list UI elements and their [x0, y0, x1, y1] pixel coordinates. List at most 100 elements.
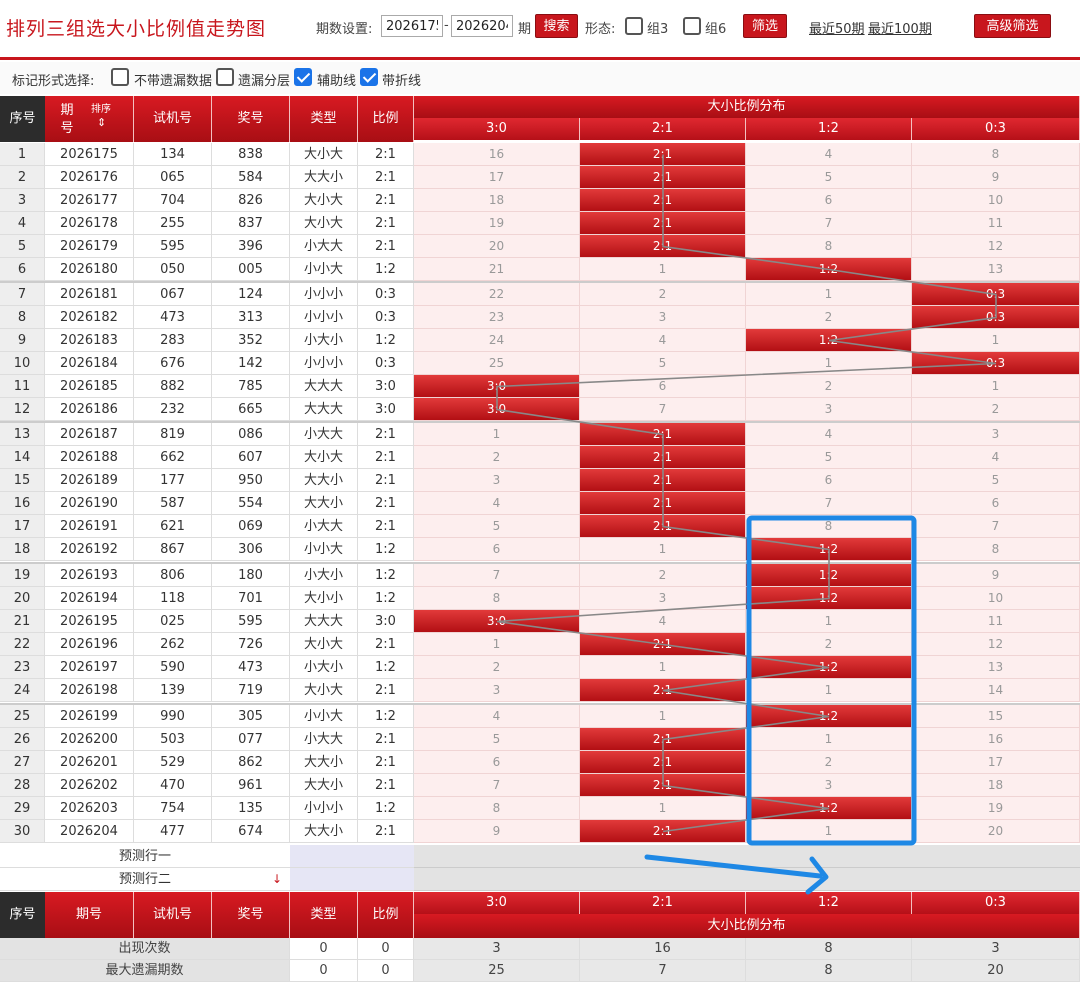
- row-seq: 14: [0, 446, 45, 469]
- row-prize: 306: [212, 538, 290, 561]
- omission-cell: 25: [414, 352, 580, 375]
- hit-cell: 1:2: [746, 564, 912, 587]
- row-test: 067: [134, 283, 212, 306]
- row-ratio: 2:1: [358, 774, 414, 797]
- prediction-input-cell[interactable]: [290, 868, 414, 891]
- row-test: 118: [134, 587, 212, 610]
- row-type: 小小小: [290, 797, 358, 820]
- row-test: 139: [134, 679, 212, 702]
- omission-cell: 18: [912, 774, 1080, 797]
- row-ratio: 1:2: [358, 587, 414, 610]
- omission-cell: 1: [580, 797, 746, 820]
- row-type: 小小大: [290, 538, 358, 561]
- row-period: 2026187: [45, 423, 134, 446]
- hit-cell: 1:2: [746, 797, 912, 820]
- hit-cell: 2:1: [580, 728, 746, 751]
- stat-type: 0: [290, 960, 358, 982]
- row-prize: 595: [212, 610, 290, 633]
- row-type: 大大大: [290, 610, 358, 633]
- row-prize: 950: [212, 469, 290, 492]
- row-ratio: 2:1: [358, 492, 414, 515]
- omission-cell: 3: [580, 306, 746, 329]
- sort-arrows-icon[interactable]: ⇕: [97, 116, 106, 129]
- row-seq: 10: [0, 352, 45, 375]
- row-ratio: 1:2: [358, 564, 414, 587]
- omission-cell: 16: [912, 728, 1080, 751]
- row-type: 小大大: [290, 728, 358, 751]
- omission-cell: 1: [746, 820, 912, 843]
- row-prize: 069: [212, 515, 290, 538]
- sort-button[interactable]: 排序: [91, 104, 111, 116]
- row-seq: 13: [0, 423, 45, 446]
- row-test: 503: [134, 728, 212, 751]
- omission-cell: 20: [912, 820, 1080, 843]
- row-seq: 7: [0, 283, 45, 306]
- omission-cell: 9: [912, 564, 1080, 587]
- row-period: 2026189: [45, 469, 134, 492]
- omission-cell: 7: [580, 398, 746, 421]
- omission-cell: 6: [414, 538, 580, 561]
- row-ratio: 2:1: [358, 515, 414, 538]
- dist-col-2: 1:2: [746, 118, 912, 140]
- row-period: 2026193: [45, 564, 134, 587]
- row-test: 754: [134, 797, 212, 820]
- row-ratio: 1:2: [358, 705, 414, 728]
- row-type: 大大小: [290, 774, 358, 797]
- row-prize: 701: [212, 587, 290, 610]
- omission-cell: 3: [912, 423, 1080, 446]
- omission-cell: 7: [414, 564, 580, 587]
- prediction-dist-cell[interactable]: [414, 868, 1080, 891]
- hit-cell: 2:1: [580, 235, 746, 258]
- omission-cell: 8: [912, 143, 1080, 166]
- footer-header-seq: 序号: [0, 892, 45, 938]
- omission-cell: 5: [912, 469, 1080, 492]
- row-period: 2026183: [45, 329, 134, 352]
- col-header-test: 试机号: [134, 96, 212, 142]
- row-test: 255: [134, 212, 212, 235]
- omission-cell: 8: [746, 235, 912, 258]
- row-test: 470: [134, 774, 212, 797]
- row-prize: 607: [212, 446, 290, 469]
- footer-header-dist: 大小比例分布: [414, 914, 1080, 938]
- row-period: 2026186: [45, 398, 134, 421]
- row-test: 595: [134, 235, 212, 258]
- prediction-input-cell[interactable]: [290, 845, 414, 868]
- omission-cell: 11: [912, 212, 1080, 235]
- omission-cell: 1: [746, 679, 912, 702]
- omission-cell: 2: [414, 656, 580, 679]
- row-prize: 313: [212, 306, 290, 329]
- omission-cell: 4: [580, 610, 746, 633]
- row-ratio: 2:1: [358, 212, 414, 235]
- row-period: 2026196: [45, 633, 134, 656]
- prediction-dist-cell[interactable]: [414, 845, 1080, 868]
- row-seq: 30: [0, 820, 45, 843]
- stat-value: 8: [746, 938, 912, 960]
- col-header-period: 期号 排序 ⇕: [45, 96, 134, 142]
- omission-cell: 6: [746, 469, 912, 492]
- row-ratio: 1:2: [358, 258, 414, 281]
- row-prize: 135: [212, 797, 290, 820]
- omission-cell: 6: [580, 375, 746, 398]
- omission-cell: 10: [912, 587, 1080, 610]
- row-ratio: 0:3: [358, 352, 414, 375]
- omission-cell: 20: [414, 235, 580, 258]
- omission-cell: 1: [580, 258, 746, 281]
- omission-cell: 12: [912, 235, 1080, 258]
- row-test: 587: [134, 492, 212, 515]
- row-seq: 22: [0, 633, 45, 656]
- hit-cell: 2:1: [580, 820, 746, 843]
- row-test: 134: [134, 143, 212, 166]
- omission-cell: 10: [912, 189, 1080, 212]
- row-test: 882: [134, 375, 212, 398]
- footer-header-type: 类型: [290, 892, 358, 938]
- row-prize: 142: [212, 352, 290, 375]
- omission-cell: 4: [746, 423, 912, 446]
- row-ratio: 2:1: [358, 446, 414, 469]
- row-period: 2026194: [45, 587, 134, 610]
- omission-cell: 19: [912, 797, 1080, 820]
- row-prize: 719: [212, 679, 290, 702]
- omission-cell: 3: [580, 587, 746, 610]
- hit-cell: 1:2: [746, 705, 912, 728]
- row-type: 小大小: [290, 329, 358, 352]
- row-seq: 29: [0, 797, 45, 820]
